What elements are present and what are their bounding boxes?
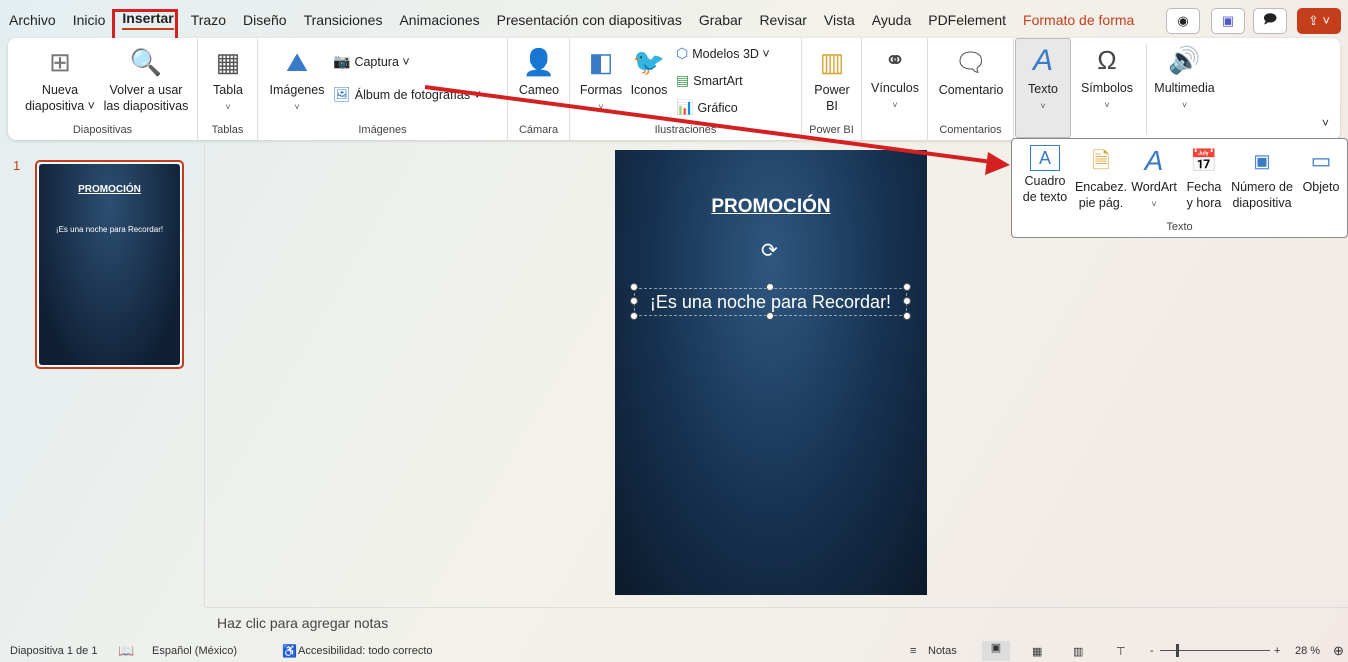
annotation-arrow xyxy=(424,85,1010,175)
reading-view-icon[interactable]: ▥ xyxy=(1073,645,1083,658)
zoom-level[interactable]: 28 % xyxy=(1295,645,1320,657)
accessibility-button[interactable]: Accesibilidad: todo correcto xyxy=(298,645,433,657)
fit-slide-icon[interactable]: ⊕ xyxy=(1333,643,1344,659)
language-button[interactable]: Español (México) xyxy=(152,645,237,657)
status-bar: Diapositiva 1 de 1 📖 Español (México) ♿ … xyxy=(0,640,1348,662)
zoom-out-button[interactable]: - xyxy=(1150,645,1154,657)
zoom-slider-thumb[interactable] xyxy=(1176,644,1179,657)
slideshow-icon[interactable]: ⊤ xyxy=(1116,645,1126,658)
zoom-in-button[interactable]: + xyxy=(1274,645,1280,657)
accessibility-icon: ♿ xyxy=(282,644,297,658)
notes-input[interactable]: Haz clic para agregar notas xyxy=(205,607,1348,640)
normal-view-icon[interactable]: ▣ xyxy=(982,641,1010,661)
notes-icon: ≡ xyxy=(910,645,917,657)
slide-sorter-icon[interactable]: ▦ xyxy=(1032,645,1042,658)
spellcheck-icon[interactable]: 📖 xyxy=(118,643,134,659)
notes-button[interactable]: Notas xyxy=(928,645,957,657)
slide-counter: Diapositiva 1 de 1 xyxy=(10,645,98,657)
